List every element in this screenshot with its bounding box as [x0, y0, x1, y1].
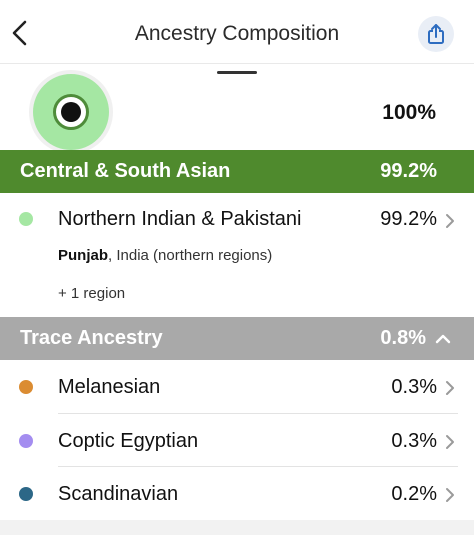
color-dot — [19, 434, 33, 448]
top-bar: Ancestry Composition — [0, 0, 474, 64]
ancestry-name: Scandinavian — [58, 483, 179, 505]
chevron-up-icon — [435, 334, 451, 343]
share-button[interactable] — [418, 16, 454, 52]
ancestry-row-coptic-egyptian[interactable]: Coptic Egyptian 0.3% — [0, 414, 474, 466]
ancestry-name: Melanesian — [58, 376, 161, 398]
ancestry-percent: 0.3% — [391, 376, 437, 398]
avatar-circle — [33, 74, 109, 150]
bottom-strip — [0, 520, 474, 535]
color-dot — [19, 380, 33, 394]
region-rest: , India (northern regions) — [108, 247, 273, 264]
color-dot — [19, 487, 33, 501]
ancestry-name: Northern Indian & Pakistani — [58, 208, 302, 230]
group-header-trace-ancestry[interactable]: Trace Ancestry 0.8% — [0, 317, 474, 360]
group-percent: 0.8% — [380, 327, 426, 349]
chevron-right-icon — [446, 214, 454, 228]
avatar — [29, 70, 113, 154]
chevron-right-icon — [446, 381, 454, 395]
avatar-inner-ring — [53, 94, 89, 130]
group-percent: 99.2% — [380, 160, 437, 182]
region-bold: Punjab — [58, 247, 109, 264]
share-icon — [428, 24, 444, 44]
group-header-central-south-asian: Central & South Asian 99.2% — [0, 150, 474, 193]
color-dot — [19, 212, 33, 226]
ancestry-row-scandinavian[interactable]: Scandinavian 0.2% — [0, 467, 474, 520]
total-percent: 100% — [382, 101, 436, 124]
region-text: Punjab, India (northern regions) — [58, 247, 272, 264]
group-name: Central & South Asian — [20, 160, 231, 182]
chevron-right-icon — [446, 435, 454, 449]
sheet-handle[interactable] — [217, 71, 257, 74]
ancestry-percent: 0.2% — [391, 483, 437, 505]
more-regions-link[interactable]: + 1 region — [58, 285, 125, 302]
ancestry-percent: 99.2% — [380, 208, 437, 230]
ancestry-percent: 0.3% — [391, 430, 437, 452]
avatar-center-icon — [61, 102, 81, 122]
group-name: Trace Ancestry — [20, 327, 163, 349]
ancestry-name: Coptic Egyptian — [58, 430, 199, 452]
ancestry-row-melanesian[interactable]: Melanesian 0.3% — [0, 360, 474, 413]
chevron-right-icon — [446, 488, 454, 502]
page-title: Ancestry Composition — [134, 22, 340, 45]
